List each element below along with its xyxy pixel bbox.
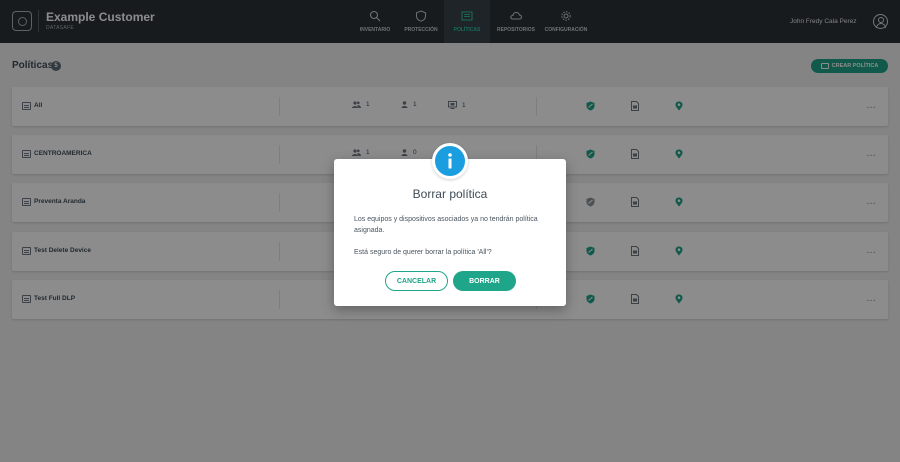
info-icon <box>432 143 468 179</box>
dialog-title: Borrar política <box>412 187 488 201</box>
delete-button[interactable]: BORRAR <box>453 271 516 291</box>
dialog-message: Los equipos y dispositivos asociados ya … <box>354 216 538 234</box>
dialog-confirm-question: Está seguro de querer borrar la política… <box>354 249 492 256</box>
delete-policy-dialog: Borrar política Los equipos y dispositiv… <box>334 143 566 306</box>
cancel-button[interactable]: CANCELAR <box>385 271 448 291</box>
